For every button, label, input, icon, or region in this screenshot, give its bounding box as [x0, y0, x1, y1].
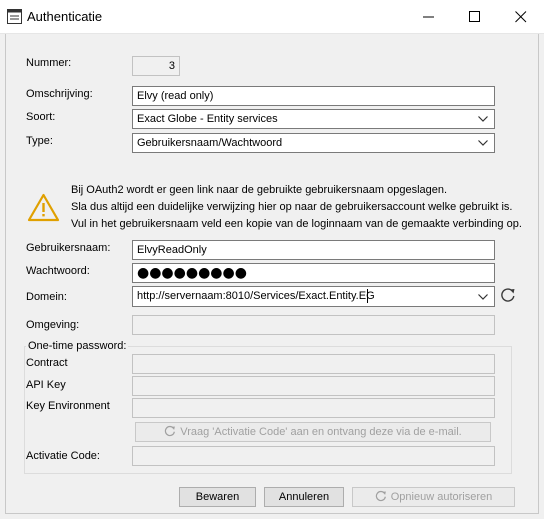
- wachtwoord-label: Wachtwoord:: [26, 265, 90, 277]
- chevron-down-icon: [478, 140, 488, 146]
- domein-combobox[interactable]: http://servernaam:8010/Services/Exact.En…: [132, 286, 495, 307]
- nummer-field: 3: [132, 56, 180, 76]
- otp-legend: One-time password:: [26, 340, 129, 352]
- cancel-button[interactable]: Annuleren: [264, 487, 344, 507]
- omschrijving-value: Elvy (read only): [137, 90, 214, 102]
- domein-label: Domein:: [26, 291, 67, 303]
- maximize-icon: [469, 11, 480, 22]
- save-button[interactable]: Bewaren: [179, 487, 256, 507]
- nummer-label: Nummer:: [26, 57, 72, 69]
- wachtwoord-value: ●●●●●●●●●: [137, 265, 247, 281]
- omschrijving-label: Omschrijving:: [26, 88, 93, 100]
- chevron-down-icon: [478, 294, 488, 300]
- nummer-value: 3: [168, 60, 175, 72]
- soort-select[interactable]: Exact Globe - Entity services: [132, 109, 495, 129]
- gebruikersnaam-label: Gebruikersnaam:: [26, 242, 111, 254]
- type-select[interactable]: Gebruikersnaam/Wachtwoord: [132, 133, 495, 153]
- soort-value: Exact Globe - Entity services: [137, 113, 278, 125]
- contract-label: Contract: [26, 357, 68, 369]
- gebruikersnaam-input[interactable]: ElvyReadOnly: [132, 240, 495, 260]
- gebruikersnaam-value: ElvyReadOnly: [137, 244, 207, 256]
- save-label: Bewaren: [195, 491, 240, 503]
- maximize-button[interactable]: [452, 0, 498, 34]
- warning-icon: [27, 193, 60, 222]
- domein-value: http://servernaam:8010/Services/Exact.En…: [137, 290, 375, 302]
- warning-line-3: Vul in het gebruikersnaam veld een kopie…: [71, 218, 522, 230]
- keyenv-label: Key Environment: [26, 400, 110, 412]
- refresh-icon: [165, 425, 176, 437]
- cancel-label: Annuleren: [278, 491, 330, 503]
- omgeving-label: Omgeving:: [26, 319, 80, 331]
- apikey-label: API Key: [26, 379, 66, 391]
- close-button[interactable]: [498, 0, 544, 34]
- soort-label: Soort:: [26, 111, 56, 123]
- reauthorize-button[interactable]: Opnieuw autoriseren: [352, 487, 515, 507]
- keyenv-field: [132, 398, 495, 418]
- type-value: Gebruikersnaam/Wachtwoord: [137, 137, 283, 149]
- request-activation-code-button[interactable]: Vraag 'Activatie Code' aan en ontvang de…: [135, 422, 491, 442]
- omgeving-field: [132, 315, 495, 335]
- activatie-code-field: [132, 446, 495, 466]
- type-label: Type:: [26, 135, 53, 147]
- window-title: Authenticatie: [27, 9, 103, 24]
- text-cursor: [367, 289, 368, 303]
- title-bar: Authenticatie: [0, 0, 544, 34]
- warning-line-1: Bij OAuth2 wordt er geen link naar de ge…: [71, 184, 448, 196]
- request-activation-code-label: Vraag 'Activatie Code' aan en ontvang de…: [180, 426, 462, 438]
- wachtwoord-input[interactable]: ●●●●●●●●●: [132, 263, 495, 283]
- refresh-icon[interactable]: [500, 287, 516, 303]
- minimize-icon: [423, 16, 434, 18]
- close-icon: [515, 11, 527, 23]
- app-icon: [7, 9, 22, 24]
- minimize-button[interactable]: [406, 0, 452, 34]
- contract-field: [132, 354, 495, 374]
- apikey-field: [132, 376, 495, 396]
- reauthorize-label: Opnieuw autoriseren: [390, 491, 493, 503]
- warning-line-2: Sla dus altijd een duidelijke verwijzing…: [71, 201, 513, 213]
- chevron-down-icon: [478, 116, 488, 122]
- activatie-code-label: Activatie Code:: [26, 450, 100, 462]
- refresh-icon: [375, 490, 386, 502]
- omschrijving-input[interactable]: Elvy (read only): [132, 86, 495, 106]
